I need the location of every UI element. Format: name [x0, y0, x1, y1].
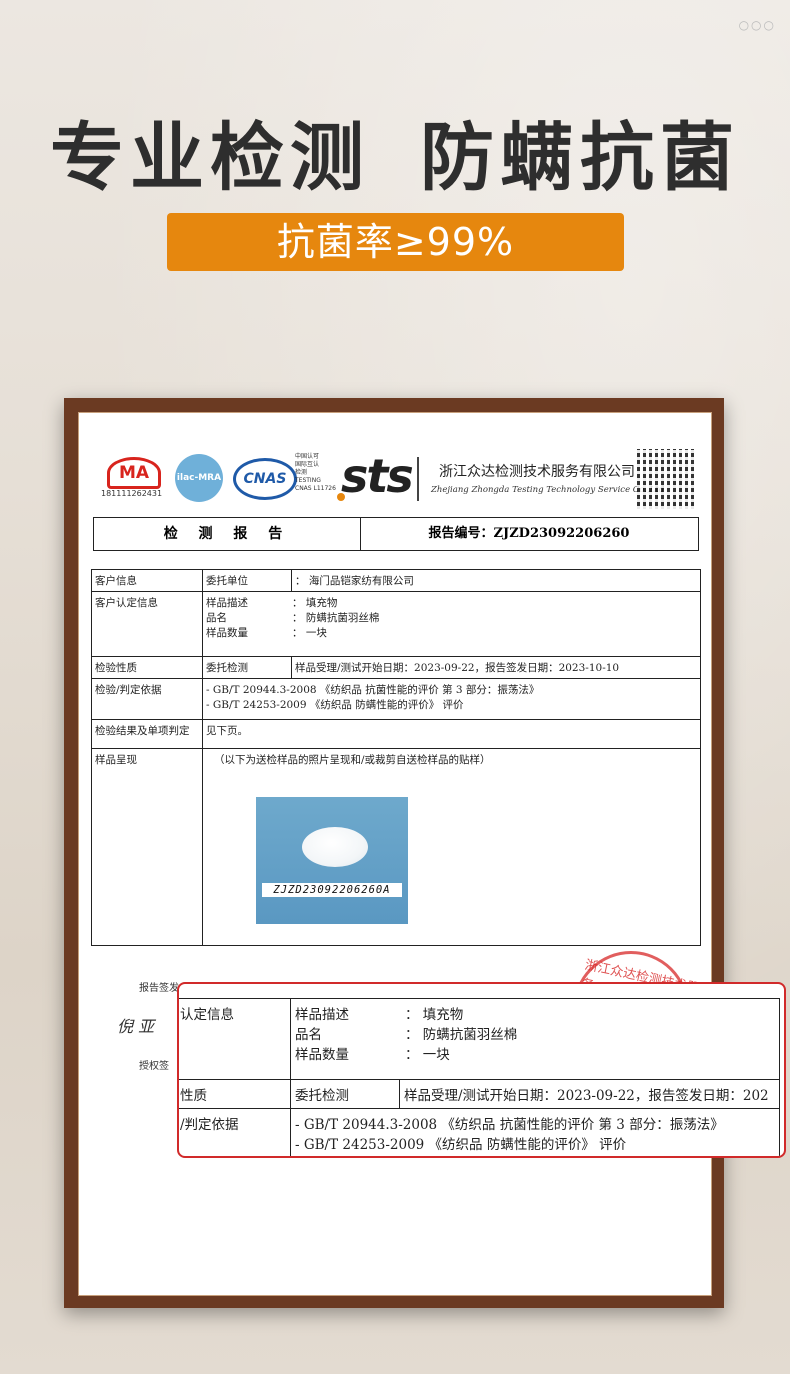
cma-number: 181111262431	[101, 489, 163, 498]
report-number: 报告编号：ZJZD23092206260	[428, 526, 630, 541]
table-row: 样品呈现 （以下为送检样品的照片呈现和/或裁剪自送检样品的贴样） ZJZD230…	[91, 748, 701, 946]
cnas-note: 中国认可 国际互认 检测 TESTING CNAS L11726	[295, 453, 336, 492]
certificate-paper: MA 181111262431 ilac-MRA CNAS 中国认可 国际互认 …	[78, 412, 712, 1296]
logo-divider	[417, 457, 419, 501]
pagination-dots-icon: ○○○	[738, 18, 776, 32]
table-row: 客户信息 委托单位 ： 海门品铠家纺有限公司	[91, 569, 701, 592]
report-title: 检 测 报 告	[94, 518, 361, 550]
headline-left: 专业检测	[50, 115, 370, 201]
ilac-mra-logo: ilac-MRA	[175, 454, 223, 502]
certificate-frame: MA 181111262431 ilac-MRA CNAS 中国认可 国际互认 …	[64, 398, 724, 1308]
report-title-row: 检 测 报 告 报告编号：ZJZD23092206260	[93, 517, 699, 551]
antibacterial-rate-badge: 抗菌率≥99%	[167, 213, 624, 271]
table-row: 客户认定信息 样品描述： 填充物 品名： 防螨抗菌羽丝棉 样品数量： 一块	[91, 591, 701, 657]
company-name-en: Zhejiang Zhongda Testing Technology Serv…	[431, 485, 665, 495]
cotton-sample	[302, 827, 368, 867]
report-sign-label: 报告签发	[139, 983, 179, 994]
zoom-callout: 认定信息 样品描述： 填充物 品名： 防螨抗菌羽丝棉 样品数量： 一块 性质 委…	[177, 982, 786, 1158]
sample-note: （以下为送检样品的照片呈现和/或裁剪自送检样品的贴样）	[214, 754, 491, 766]
cma-logo: MA	[107, 457, 161, 489]
table-row: /判定依据 - GB/T 20944.3-2008 《纺织品 抗菌性能的评价 第…	[179, 1108, 780, 1156]
signature: 倪 亚	[117, 1017, 155, 1036]
page-headline: 专业检测 防螨抗菌	[0, 98, 790, 205]
zoom-table: 认定信息 样品描述： 填充物 品名： 防螨抗菌羽丝棉 样品数量： 一块 性质 委…	[179, 998, 780, 1156]
report-table: 客户信息 委托单位 ： 海门品铠家纺有限公司 客户认定信息 样品描述： 填充物 …	[91, 569, 701, 946]
table-row: 性质 委托检测 样品受理/测试开始日期：2023-09-22，报告签发日期：20…	[179, 1079, 780, 1109]
company-name-cn: 浙江众达检测技术服务有限公司	[439, 464, 635, 480]
headline-right: 防螨抗菌	[420, 115, 740, 201]
authorized-sign-label: 授权签	[139, 1061, 169, 1072]
table-row: 认定信息 样品描述： 填充物 品名： 防螨抗菌羽丝棉 样品数量： 一块	[179, 998, 780, 1080]
sample-photo: ZJZD23092206260A	[256, 797, 408, 924]
table-row: 检验结果及单项判定 见下页。	[91, 719, 701, 749]
cnas-logo: CNAS	[233, 458, 297, 500]
sample-label: ZJZD23092206260A	[262, 883, 402, 897]
sts-logo: sts	[341, 449, 414, 503]
table-row: 检验性质 委托检测 样品受理/测试开始日期：2023-09-22，报告签发日期：…	[91, 656, 701, 679]
qr-code-icon	[637, 449, 697, 509]
table-row: 检验/判定依据 - GB/T 20944.3-2008 《纺织品 抗菌性能的评价…	[91, 678, 701, 720]
